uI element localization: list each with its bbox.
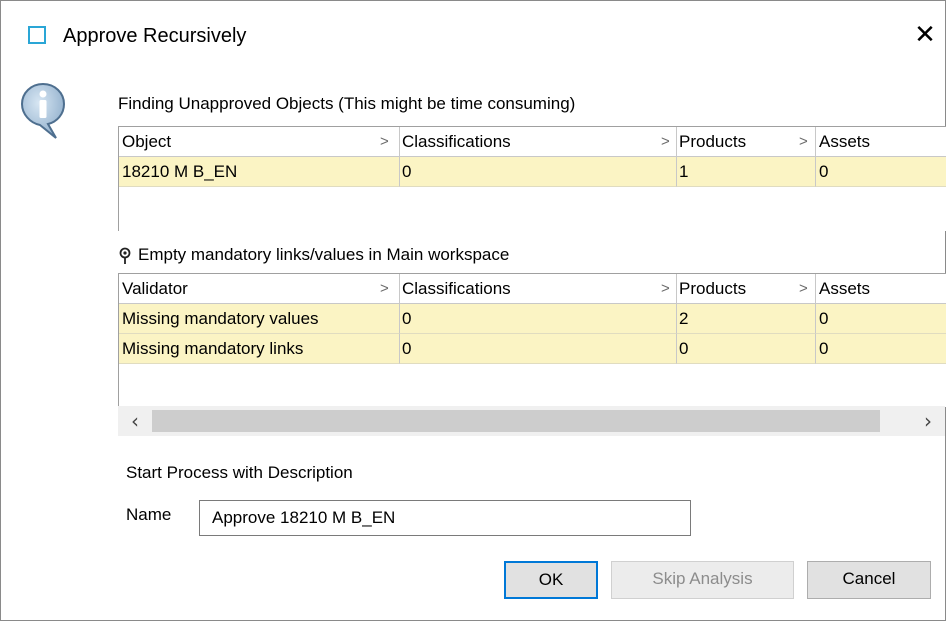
table-cell: 0 xyxy=(816,334,946,364)
column-header-label: Products xyxy=(679,279,747,298)
column-header-classifications[interactable]: Classifications xyxy=(400,127,677,157)
table-cell: 18210 M B_EN xyxy=(119,157,400,187)
column-header-label: Products xyxy=(679,132,747,151)
table-cell: 0 xyxy=(816,157,946,187)
column-header-products[interactable]: Products xyxy=(677,127,816,157)
name-label: Name xyxy=(126,505,172,524)
table-header-row: Validator > Classifications > Products >… xyxy=(119,274,946,304)
column-header-label: Classifications xyxy=(402,132,511,151)
unapproved-section-label: Finding Unapproved Objects (This might b… xyxy=(118,94,576,113)
table-cell: 0 xyxy=(400,304,677,334)
dialog-title: Approve Recursively xyxy=(63,25,247,47)
horizontal-scrollbar[interactable]: ‹ › xyxy=(118,406,945,436)
unapproved-table: Object > Classifications > Products > As… xyxy=(118,126,946,231)
table-cell: 0 xyxy=(400,334,677,364)
chevron-right-icon: > xyxy=(799,280,808,297)
close-icon[interactable]: ✕ xyxy=(912,22,938,48)
column-header-assets[interactable]: Assets xyxy=(816,127,946,157)
column-header-object[interactable]: Object xyxy=(119,127,400,157)
column-header-classifications[interactable]: Classifications xyxy=(400,274,677,304)
scrollbar-thumb[interactable] xyxy=(152,410,880,432)
column-header-assets[interactable]: Assets xyxy=(816,274,946,304)
ok-button[interactable]: OK xyxy=(504,561,598,599)
chevron-right-icon: > xyxy=(661,133,670,150)
column-header-label: Assets xyxy=(819,279,871,298)
scroll-right-icon[interactable]: › xyxy=(913,406,943,436)
process-section-label: Start Process with Description xyxy=(126,463,353,482)
column-header-label: Assets xyxy=(819,132,871,151)
skip-analysis-button[interactable]: Skip Analysis xyxy=(611,561,794,599)
table-row[interactable]: Missing mandatory values 0 2 0 xyxy=(119,304,946,334)
table-cell: 1 xyxy=(677,157,816,187)
pin-icon xyxy=(119,247,131,264)
table-row[interactable]: 18210 M B_EN 0 1 0 xyxy=(119,157,946,187)
chevron-right-icon: > xyxy=(380,133,389,150)
table-cell: Missing mandatory links xyxy=(119,334,400,364)
chevron-right-icon: > xyxy=(661,280,670,297)
validation-section-label: Empty mandatory links/values in Main wor… xyxy=(138,245,510,264)
cancel-button[interactable]: Cancel xyxy=(807,561,931,599)
chevron-right-icon: > xyxy=(380,280,389,297)
table-cell: 2 xyxy=(677,304,816,334)
column-header-label: Classifications xyxy=(402,279,511,298)
table-row[interactable]: Missing mandatory links 0 0 0 xyxy=(119,334,946,364)
window-square-icon xyxy=(28,26,46,44)
chevron-right-icon: > xyxy=(799,133,808,150)
info-icon xyxy=(20,82,66,139)
table-cell: 0 xyxy=(816,304,946,334)
column-header-products[interactable]: Products xyxy=(677,274,816,304)
table-header-row: Object > Classifications > Products > As… xyxy=(119,127,946,157)
column-header-label: Object xyxy=(122,132,172,151)
table-cell: Missing mandatory values xyxy=(119,304,400,334)
scroll-left-icon[interactable]: ‹ xyxy=(120,406,150,436)
validation-table: Validator > Classifications > Products >… xyxy=(118,273,946,407)
table-cell: 0 xyxy=(677,334,816,364)
column-header-label: Validator xyxy=(122,279,188,298)
table-cell: 0 xyxy=(400,157,677,187)
process-name-input[interactable] xyxy=(199,500,691,536)
column-header-validator[interactable]: Validator xyxy=(119,274,400,304)
